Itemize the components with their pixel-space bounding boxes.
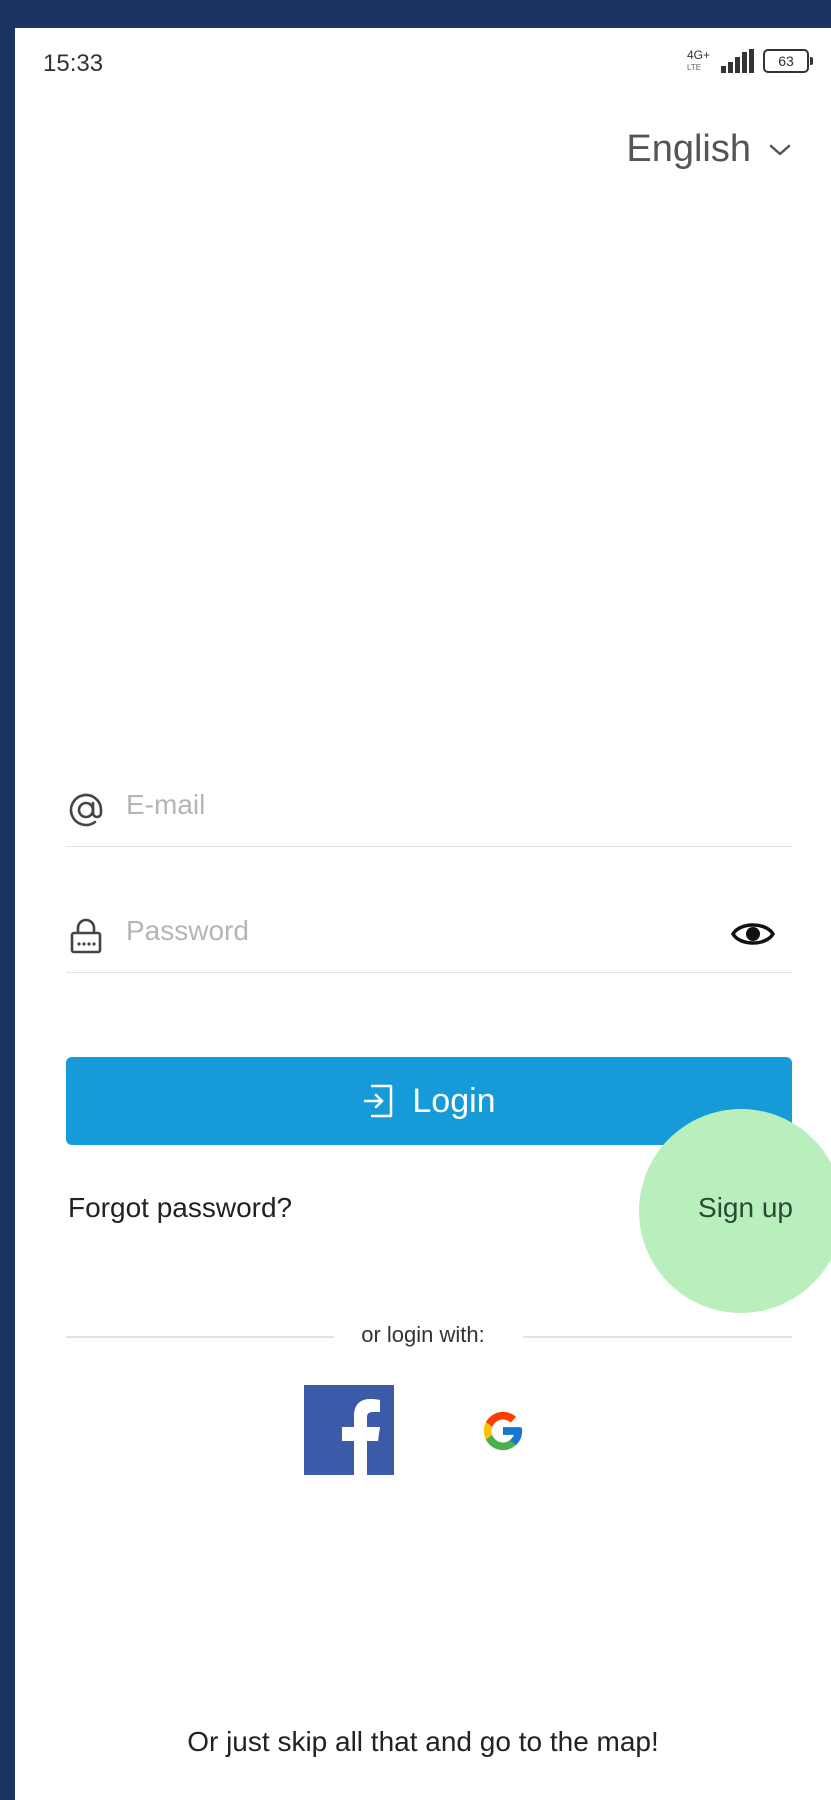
email-field[interactable] xyxy=(66,766,792,847)
language-label: English xyxy=(626,128,751,170)
language-selector[interactable]: English xyxy=(626,128,791,171)
status-icons: 4G+ LTE 63 xyxy=(683,46,813,76)
status-bar: 15:33 4G+ LTE 63 xyxy=(15,28,831,108)
login-icon xyxy=(364,1084,393,1118)
signal-icon xyxy=(721,49,754,73)
at-sign-icon xyxy=(69,793,103,827)
divider-right xyxy=(523,1336,792,1338)
google-icon[interactable] xyxy=(480,1408,526,1454)
battery-indicator: 63 xyxy=(763,49,813,73)
status-time: 15:33 xyxy=(43,50,104,77)
network-sub-label: LTE xyxy=(687,63,702,72)
eye-icon[interactable] xyxy=(730,914,776,954)
login-screen: 15:33 4G+ LTE 63 English E-mail Login Fo… xyxy=(15,28,831,1800)
sign-up-link[interactable]: Sign up xyxy=(698,1192,793,1224)
social-login-label: or login with: xyxy=(361,1322,485,1347)
facebook-icon[interactable] xyxy=(304,1385,394,1475)
skip-to-map-link[interactable]: Or just skip all that and go to the map! xyxy=(15,1726,831,1758)
forgot-password-link[interactable]: Forgot password? xyxy=(68,1192,292,1224)
password-input[interactable] xyxy=(126,906,686,956)
network-type: 4G+ LTE xyxy=(683,46,713,76)
login-button-label: Login xyxy=(412,1081,496,1120)
network-type-label: 4G+ xyxy=(687,48,711,62)
chevron-down-icon xyxy=(769,144,791,155)
email-input[interactable] xyxy=(126,780,686,830)
password-field[interactable] xyxy=(66,892,792,973)
lock-icon xyxy=(70,918,102,954)
